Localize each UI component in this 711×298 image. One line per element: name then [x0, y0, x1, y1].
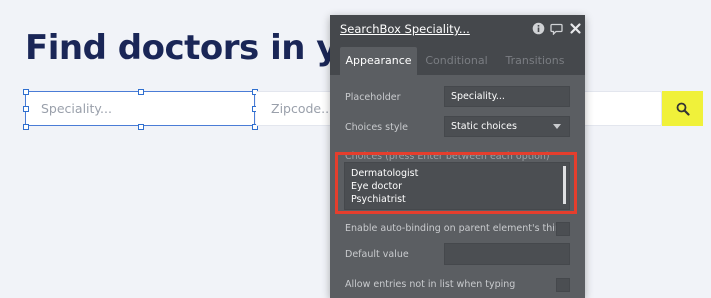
zipcode-placeholder: Zipcode...	[271, 101, 334, 116]
resize-handle-left[interactable]	[23, 106, 29, 112]
element-inspector: SearchBox Speciality... Appearance Condi…	[330, 15, 585, 298]
comment-icon[interactable]	[550, 22, 563, 35]
speciality-searchbox[interactable]: Speciality...	[25, 91, 255, 126]
chevron-down-icon	[553, 124, 561, 129]
resize-handle-top[interactable]	[138, 89, 144, 95]
annotation-highlight-box	[335, 152, 577, 214]
inspector-tabs: Appearance Conditional Transitions	[330, 43, 585, 75]
placeholder-label: Placeholder	[345, 92, 401, 103]
search-button[interactable]	[662, 91, 703, 126]
search-icon	[676, 102, 690, 116]
choices-style-value: Static choices	[451, 121, 517, 132]
tab-conditional[interactable]: Conditional	[425, 47, 488, 75]
close-icon[interactable]	[569, 22, 582, 35]
auto-binding-label: Enable auto-binding on parent element's …	[345, 223, 567, 234]
tab-appearance[interactable]: Appearance	[340, 47, 417, 75]
placeholder-input[interactable]: Speciality...	[444, 86, 570, 107]
resize-handle-top-left[interactable]	[23, 89, 29, 95]
default-value-input[interactable]	[444, 243, 570, 265]
choices-style-label: Choices style	[345, 122, 408, 133]
default-value-label: Default value	[345, 249, 409, 260]
allow-entries-label: Allow entries not in list when typing	[345, 279, 516, 290]
auto-binding-checkbox[interactable]	[556, 222, 570, 236]
resize-handle-bottom[interactable]	[138, 124, 144, 130]
inspector-header[interactable]: SearchBox Speciality...	[330, 15, 585, 43]
tab-transitions[interactable]: Transitions	[502, 47, 568, 75]
allow-entries-checkbox[interactable]	[556, 278, 570, 292]
speciality-placeholder: Speciality...	[41, 101, 112, 116]
inspector-title[interactable]: SearchBox Speciality...	[340, 22, 470, 36]
info-icon[interactable]	[532, 22, 545, 35]
choices-style-dropdown[interactable]: Static choices	[444, 116, 570, 137]
resize-handle-bottom-left[interactable]	[23, 124, 29, 130]
